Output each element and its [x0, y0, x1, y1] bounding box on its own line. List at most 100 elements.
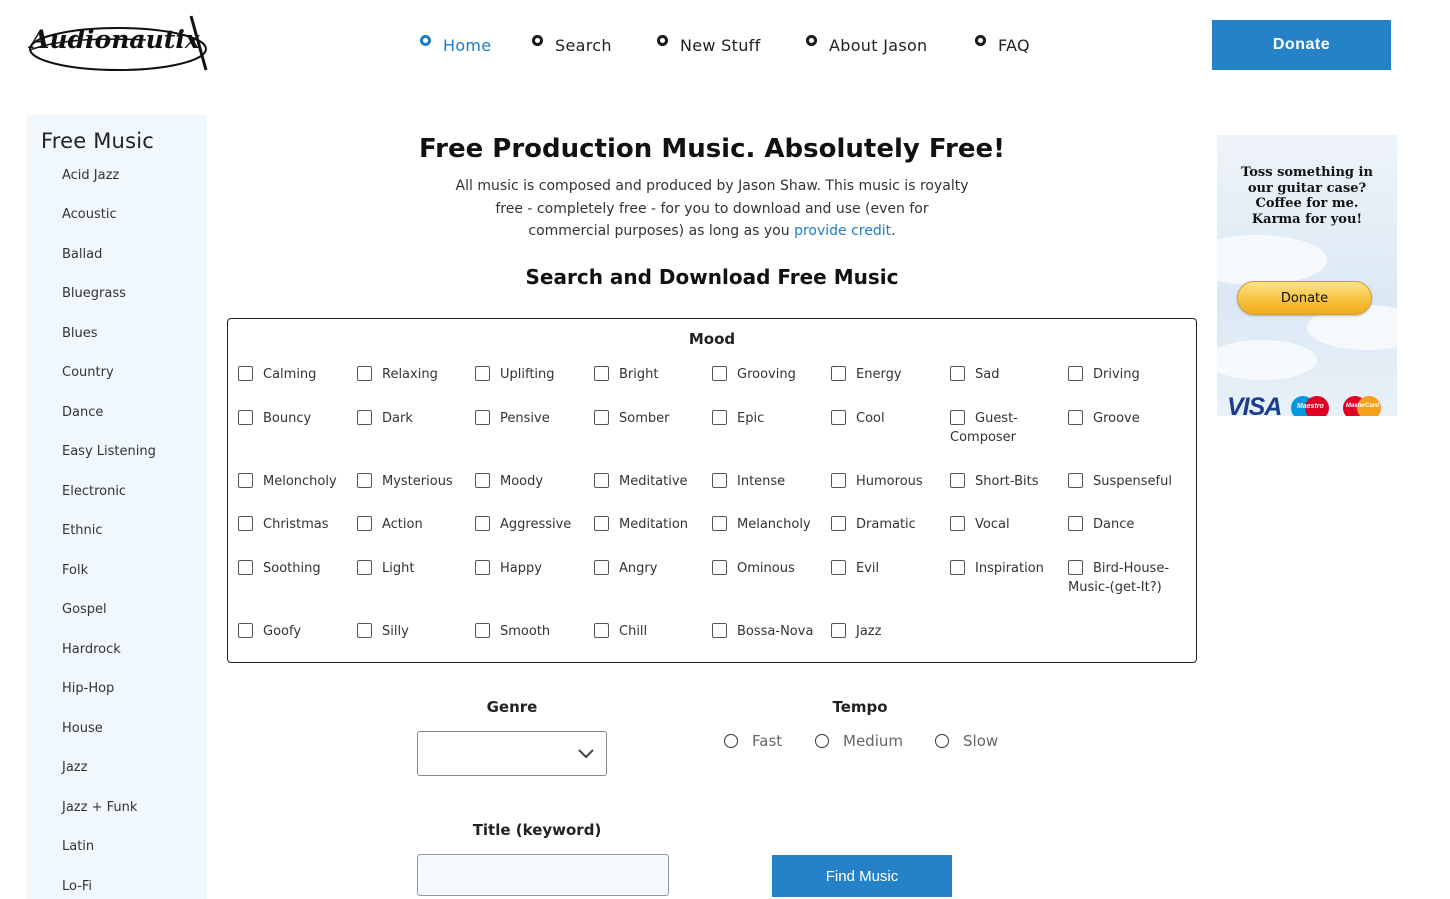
sidebar-item-jazz[interactable]: Jazz	[62, 760, 87, 775]
mood-checkbox-epic[interactable]: Epic	[712, 409, 822, 428]
sidebar-item-easy-listening[interactable]: Easy Listening	[62, 444, 156, 459]
sidebar-item-lo-fi[interactable]: Lo-Fi	[62, 879, 92, 894]
sidebar-item-blues[interactable]: Blues	[62, 326, 98, 341]
mood-checkbox-goofy[interactable]: Goofy	[238, 622, 348, 641]
mood-checkbox-grooving[interactable]: Grooving	[712, 365, 822, 384]
nav-new-stuff[interactable]: New Stuff	[657, 35, 761, 55]
bullet-icon	[657, 35, 668, 46]
mood-checkbox-driving[interactable]: Driving	[1068, 365, 1178, 384]
mood-checkbox-bird-house-music-get-it[interactable]: Bird-House-Music-(get-It?)	[1068, 559, 1178, 597]
sidebar-item-folk[interactable]: Folk	[62, 563, 88, 578]
mood-checkbox-chill[interactable]: Chill	[594, 622, 704, 641]
sidebar-item-country[interactable]: Country	[62, 365, 114, 380]
mood-checkbox-inspiration[interactable]: Inspiration	[950, 559, 1060, 578]
nav-search[interactable]: Search	[532, 35, 612, 55]
nav-about-jason[interactable]: About Jason	[806, 35, 927, 55]
radio-icon	[724, 734, 738, 748]
checkbox-icon	[1068, 473, 1083, 488]
sidebar-item-gospel[interactable]: Gospel	[62, 602, 107, 617]
mood-checkbox-dance[interactable]: Dance	[1068, 515, 1178, 534]
mood-label: Soothing	[263, 561, 321, 576]
mood-checkbox-cool[interactable]: Cool	[831, 409, 941, 428]
audionautix-logo[interactable]: Audionautix	[26, 12, 208, 74]
mood-checkbox-evil[interactable]: Evil	[831, 559, 941, 578]
mood-checkbox-bright[interactable]: Bright	[594, 365, 704, 384]
sidebar-item-ballad[interactable]: Ballad	[62, 247, 102, 262]
mood-checkbox-humorous[interactable]: Humorous	[831, 472, 941, 491]
checkbox-icon	[238, 623, 253, 638]
mood-checkbox-moody[interactable]: Moody	[475, 472, 585, 491]
sidebar-item-hip-hop[interactable]: Hip-Hop	[62, 681, 114, 696]
mood-checkbox-melancholy[interactable]: Melancholy	[712, 515, 822, 534]
mood-label: Evil	[856, 561, 880, 576]
mood-checkbox-angry[interactable]: Angry	[594, 559, 704, 578]
genre-select[interactable]	[417, 731, 607, 776]
checkbox-icon	[357, 473, 372, 488]
tempo-fast-radio[interactable]: Fast	[724, 732, 782, 750]
sidebar-item-latin[interactable]: Latin	[62, 839, 94, 854]
mood-checkbox-groove[interactable]: Groove	[1068, 409, 1178, 428]
mood-checkbox-bouncy[interactable]: Bouncy	[238, 409, 348, 428]
mood-checkbox-uplifting[interactable]: Uplifting	[475, 365, 585, 384]
checkbox-icon	[357, 366, 372, 381]
mood-checkbox-meditation[interactable]: Meditation	[594, 515, 704, 534]
mood-label: Melancholy	[737, 517, 811, 532]
mood-checkbox-dark[interactable]: Dark	[357, 409, 467, 428]
sidebar-item-acid-jazz[interactable]: Acid Jazz	[62, 168, 119, 183]
mood-checkbox-intense[interactable]: Intense	[712, 472, 822, 491]
sidebar-item-jazz-funk[interactable]: Jazz + Funk	[62, 800, 137, 815]
mood-checkbox-guest-composer[interactable]: Guest-Composer	[950, 409, 1060, 447]
mood-checkbox-pensive[interactable]: Pensive	[475, 409, 585, 428]
mood-checkbox-action[interactable]: Action	[357, 515, 467, 534]
mood-checkbox-mysterious[interactable]: Mysterious	[357, 472, 467, 491]
sidebar-item-dance[interactable]: Dance	[62, 405, 103, 420]
mood-label: Inspiration	[975, 561, 1044, 576]
sidebar-item-acoustic[interactable]: Acoustic	[62, 207, 117, 222]
mood-checkbox-relaxing[interactable]: Relaxing	[357, 365, 467, 384]
donate-button[interactable]: Donate	[1212, 20, 1391, 70]
mood-checkbox-calming[interactable]: Calming	[238, 365, 348, 384]
mood-checkbox-light[interactable]: Light	[357, 559, 467, 578]
tempo-medium-radio[interactable]: Medium	[815, 732, 903, 750]
tempo-slow-radio[interactable]: Slow	[935, 732, 998, 750]
mood-checkbox-meditative[interactable]: Meditative	[594, 472, 704, 491]
sidebar-item-ethnic[interactable]: Ethnic	[62, 523, 103, 538]
mood-checkbox-happy[interactable]: Happy	[475, 559, 585, 578]
mood-label: Light	[382, 561, 415, 576]
checkbox-icon	[594, 623, 609, 638]
mood-checkbox-sad[interactable]: Sad	[950, 365, 1060, 384]
checkbox-icon	[594, 560, 609, 575]
title-keyword-input[interactable]	[417, 854, 669, 896]
mood-label: Dramatic	[856, 517, 916, 532]
provide-credit-link[interactable]: provide credit	[794, 223, 891, 239]
mood-checkbox-meloncholy[interactable]: Meloncholy	[238, 472, 348, 491]
sidebar-item-bluegrass[interactable]: Bluegrass	[62, 286, 126, 301]
mood-checkbox-silly[interactable]: Silly	[357, 622, 467, 641]
sidebar-item-electronic[interactable]: Electronic	[62, 484, 126, 499]
paypal-donate-button[interactable]: Donate	[1237, 281, 1372, 315]
mood-checkbox-ominous[interactable]: Ominous	[712, 559, 822, 578]
mood-checkbox-energy[interactable]: Energy	[831, 365, 941, 384]
mood-checkbox-short-bits[interactable]: Short-Bits	[950, 472, 1060, 491]
mood-label: Suspenseful	[1093, 474, 1172, 489]
nav-faq[interactable]: FAQ	[975, 35, 1030, 55]
mood-checkbox-dramatic[interactable]: Dramatic	[831, 515, 941, 534]
checkbox-icon	[831, 366, 846, 381]
mood-checkbox-jazz[interactable]: Jazz	[831, 622, 941, 641]
checkbox-icon	[712, 560, 727, 575]
sidebar-item-house[interactable]: House	[62, 721, 103, 736]
mood-checkbox-bossa-nova[interactable]: Bossa-Nova	[712, 622, 822, 641]
mastercard-logo: MasterCard	[1343, 395, 1382, 416]
mood-checkbox-suspenseful[interactable]: Suspenseful	[1068, 472, 1178, 491]
checkbox-icon	[831, 623, 846, 638]
checkbox-icon	[831, 560, 846, 575]
mood-checkbox-smooth[interactable]: Smooth	[475, 622, 585, 641]
mood-checkbox-somber[interactable]: Somber	[594, 409, 704, 428]
find-music-button[interactable]: Find Music	[772, 855, 952, 897]
sidebar-item-hardrock[interactable]: Hardrock	[62, 642, 121, 657]
nav-home[interactable]: Home	[420, 35, 491, 55]
mood-checkbox-aggressive[interactable]: Aggressive	[475, 515, 585, 534]
mood-checkbox-soothing[interactable]: Soothing	[238, 559, 348, 578]
mood-checkbox-vocal[interactable]: Vocal	[950, 515, 1060, 534]
mood-checkbox-christmas[interactable]: Christmas	[238, 515, 348, 534]
